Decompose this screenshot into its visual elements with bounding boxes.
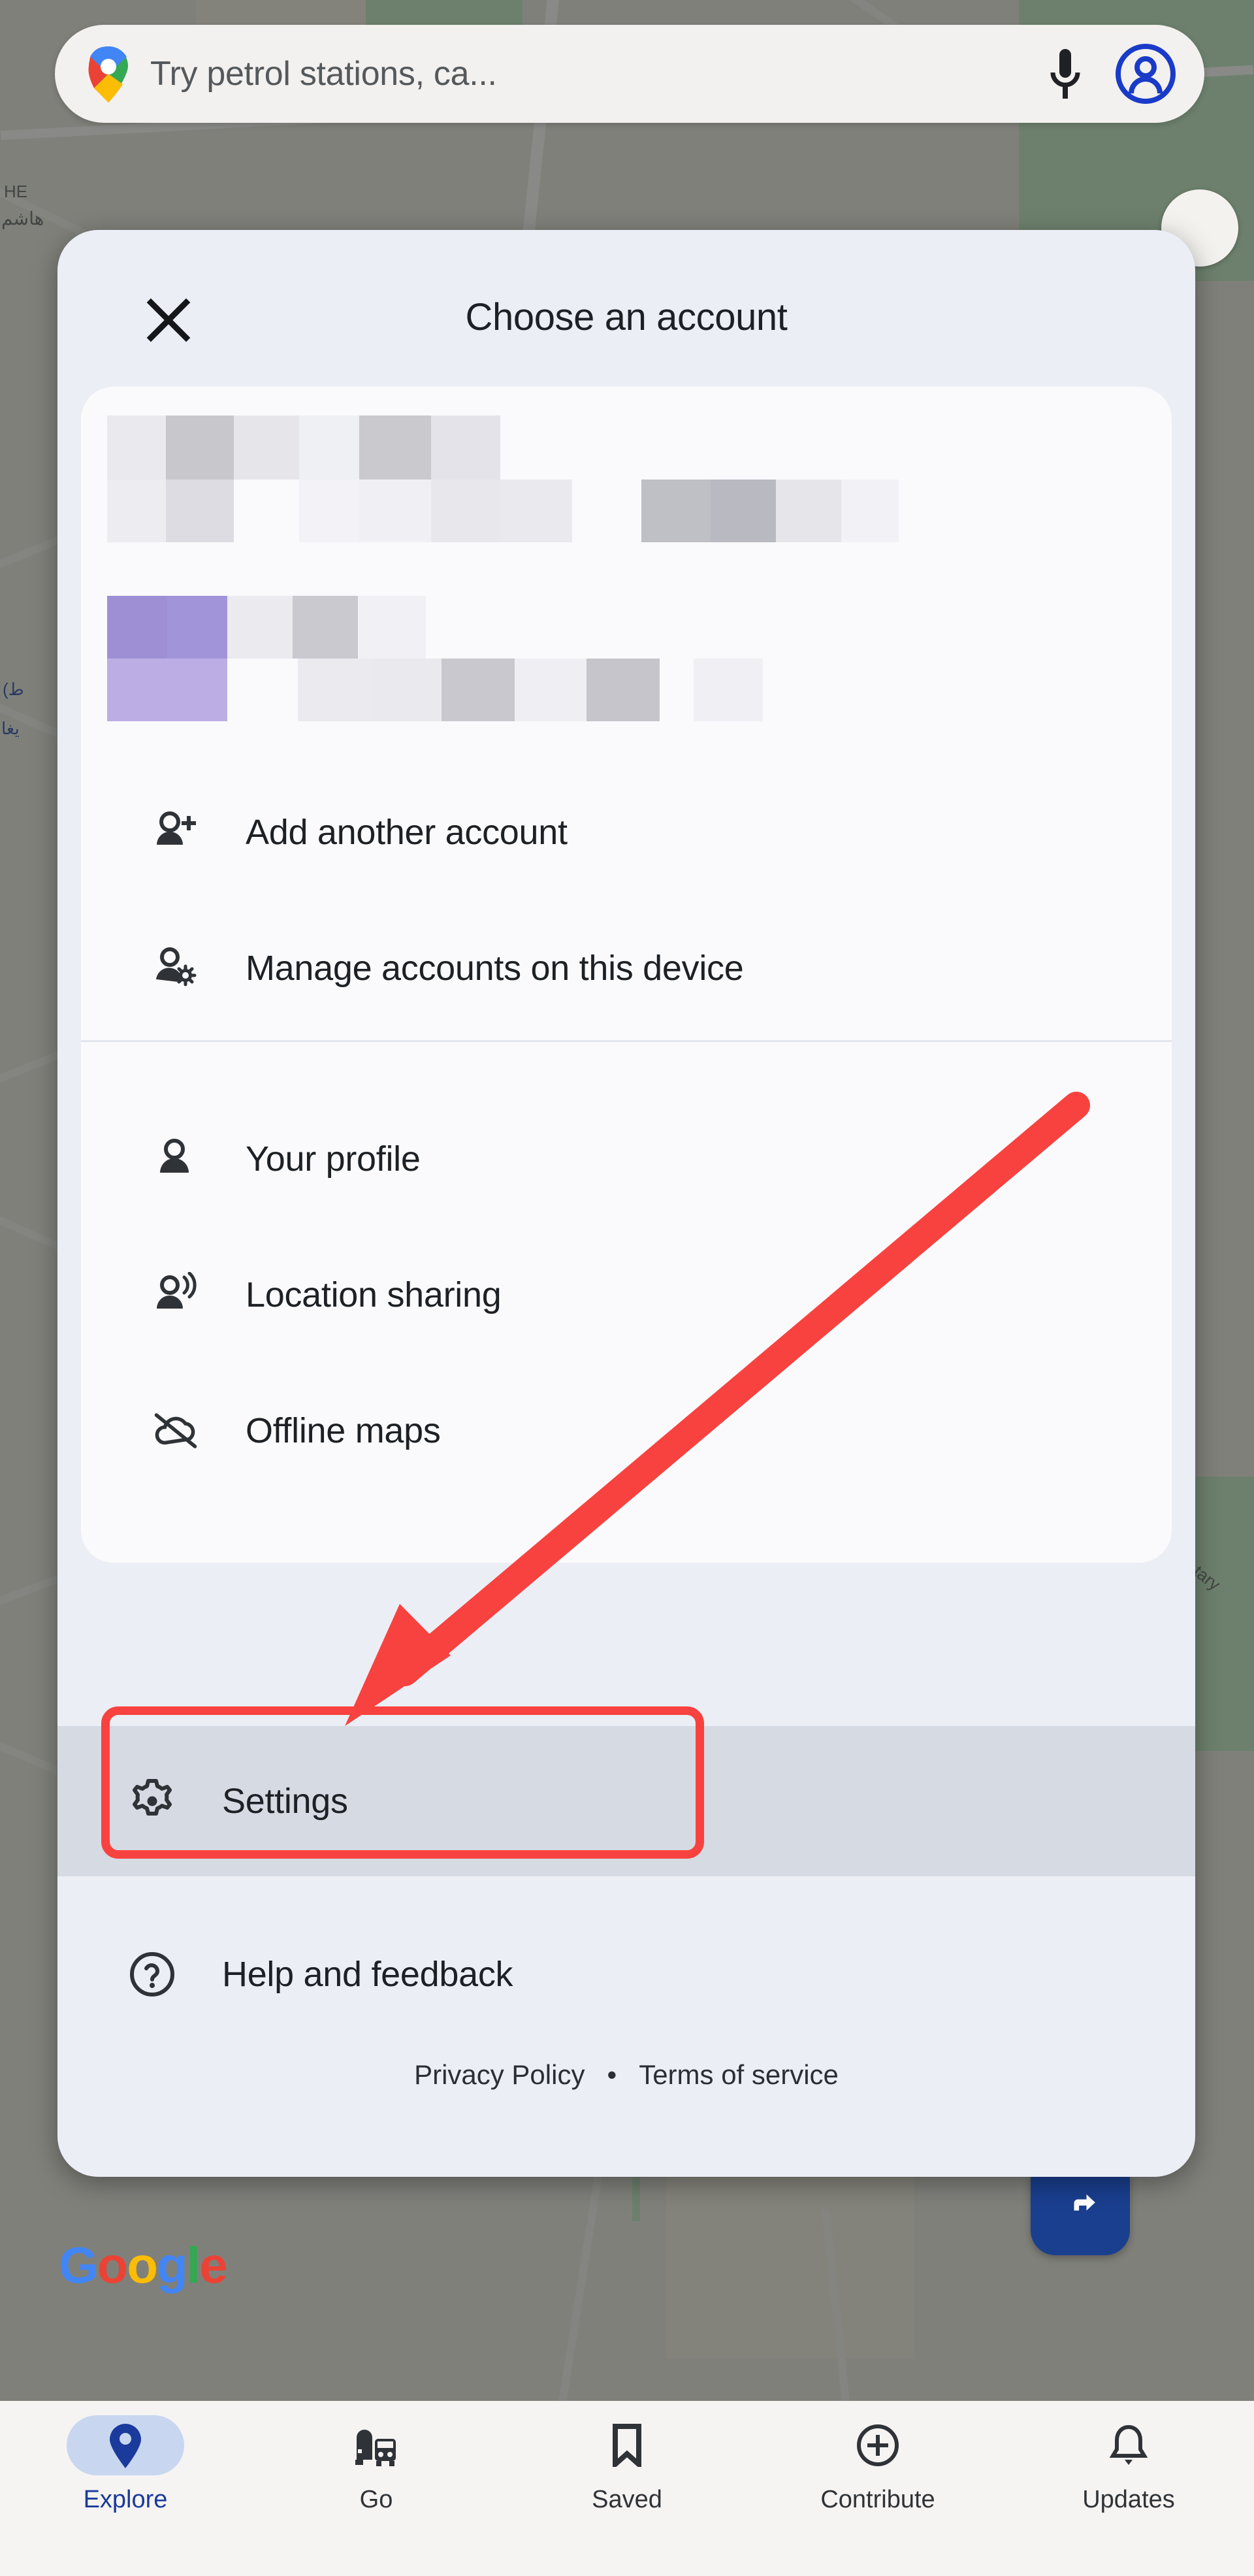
nav-pill-contribute: [819, 2415, 937, 2475]
nav-item-explore[interactable]: Explore: [0, 2415, 251, 2514]
commute-icon: [355, 2430, 396, 2466]
terms-of-service-link[interactable]: Terms of service: [639, 2059, 839, 2090]
nav-pill-saved: [568, 2415, 686, 2475]
menu-item-settings[interactable]: Settings: [57, 1726, 1195, 1876]
search-input[interactable]: Try petrol stations, ca...: [150, 54, 1046, 93]
menu-item-offline-maps[interactable]: Offline maps: [81, 1363, 1172, 1499]
nav-label-updates: Updates: [1082, 2486, 1175, 2513]
account-menu-card: Add another account Manage accounts on t…: [81, 387, 1172, 1563]
menu-label: Location sharing: [246, 1275, 502, 1314]
menu-label: Manage accounts on this device: [246, 949, 744, 988]
nav-label-contribute: Contribute: [820, 2486, 935, 2513]
menu-item-location-sharing[interactable]: Location sharing: [81, 1227, 1172, 1363]
menu-label: Offline maps: [246, 1411, 441, 1450]
account-circle-icon[interactable]: [1116, 44, 1176, 104]
dialog-header: Choose an account: [57, 230, 1195, 380]
microphone-icon[interactable]: [1046, 46, 1084, 101]
directions-arrow-icon: [1060, 2184, 1101, 2227]
person-icon: [153, 1136, 199, 1182]
menu-label: Help and feedback: [222, 1955, 513, 1994]
nav-item-contribute[interactable]: Contribute: [752, 2415, 1003, 2514]
help-circle-icon: [129, 1951, 175, 1997]
person-add-icon: [153, 809, 199, 855]
search-bar[interactable]: Try petrol stations, ca...: [55, 25, 1204, 123]
nav-item-saved[interactable]: Saved: [502, 2415, 752, 2514]
menu-label: Settings: [222, 1782, 348, 1821]
plus-circle-icon: [857, 2424, 899, 2466]
menu-item-your-profile[interactable]: Your profile: [81, 1091, 1172, 1227]
dialog-footer-links: Privacy Policy • Terms of service: [57, 2059, 1195, 2091]
nav-pill-explore: [67, 2415, 184, 2475]
privacy-policy-link[interactable]: Privacy Policy: [414, 2059, 585, 2090]
nav-label-go: Go: [359, 2486, 393, 2513]
footer-separator: •: [607, 2059, 617, 2090]
google-maps-pin-icon: [84, 45, 133, 103]
screen: HE هاشم فاوزد عباس (ط يغا tary Try petro…: [0, 0, 1254, 2576]
google-wordmark: Google: [59, 2236, 228, 2294]
menu-label: Add another account: [246, 813, 568, 852]
nav-pill-updates: [1070, 2415, 1187, 2475]
nav-label-explore: Explore: [83, 2486, 168, 2513]
person-settings-icon: [153, 945, 199, 991]
cloud-off-icon: [153, 1408, 199, 1454]
choose-account-dialog: Choose an account Add another account Ma…: [57, 230, 1195, 2177]
bottom-navigation: Explore Go Saved Contribute Updates: [0, 2401, 1254, 2576]
nav-pill-go: [317, 2415, 435, 2475]
nav-label-saved: Saved: [592, 2486, 662, 2513]
person-broadcast-icon: [153, 1272, 199, 1318]
menu-item-add-another-account[interactable]: Add another account: [81, 764, 1172, 900]
nav-item-go[interactable]: Go: [251, 2415, 502, 2514]
nav-item-updates[interactable]: Updates: [1003, 2415, 1254, 2514]
dialog-title: Choose an account: [465, 296, 788, 338]
menu-divider: [81, 1040, 1172, 1042]
location-pin-icon: [110, 2424, 141, 2468]
bookmark-icon: [613, 2424, 641, 2467]
menu-label: Your profile: [246, 1139, 421, 1179]
gear-icon: [129, 1778, 175, 1824]
menu-item-help-and-feedback[interactable]: Help and feedback: [57, 1906, 1195, 2042]
bell-icon: [1109, 2424, 1148, 2465]
menu-item-manage-accounts[interactable]: Manage accounts on this device: [81, 900, 1172, 1036]
